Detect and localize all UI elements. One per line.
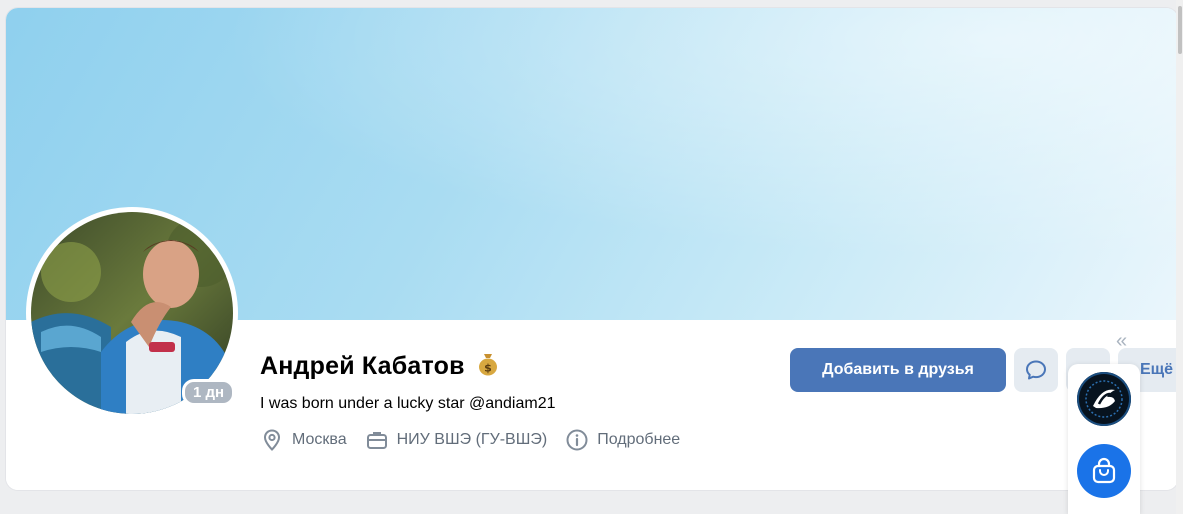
more-info-text: Подробнее — [597, 431, 681, 448]
message-button[interactable] — [1014, 348, 1058, 392]
scrollbar[interactable] — [1176, 0, 1183, 514]
info-icon — [566, 429, 588, 451]
location-pin-icon — [263, 429, 281, 451]
app-logo-icon[interactable] — [1077, 372, 1131, 426]
more-info-item[interactable]: Подробнее — [565, 428, 680, 452]
last-seen-badge: 1 дн — [182, 379, 236, 406]
add-friend-button[interactable]: Добавить в друзья — [790, 348, 1006, 392]
briefcase-icon — [366, 432, 387, 449]
double-chevron-left-icon[interactable]: « — [1116, 330, 1127, 353]
profile-status: I was born under a lucky star @andiam21 — [260, 395, 556, 412]
shopping-bag-icon[interactable] — [1077, 444, 1131, 498]
location-item[interactable]: Москва — [260, 428, 347, 452]
svg-text:$: $ — [484, 362, 492, 375]
profile-meta: Москва НИУ ВШЭ (ГУ-ВШЭ) Подробнее — [260, 428, 698, 452]
money-bag-icon[interactable]: $ — [477, 352, 499, 381]
profile-name: Андрей Кабатов — [260, 352, 465, 380]
scroll-thumb[interactable] — [1178, 6, 1182, 54]
education-text: НИУ ВШЭ (ГУ-ВШЭ) — [396, 431, 548, 448]
chat-bubble-icon — [1026, 360, 1046, 380]
location-text: Москва — [292, 431, 347, 448]
education-item[interactable]: НИУ ВШЭ (ГУ-ВШЭ) — [365, 428, 548, 452]
profile-name-row: Андрей Кабатов $ — [260, 352, 499, 381]
